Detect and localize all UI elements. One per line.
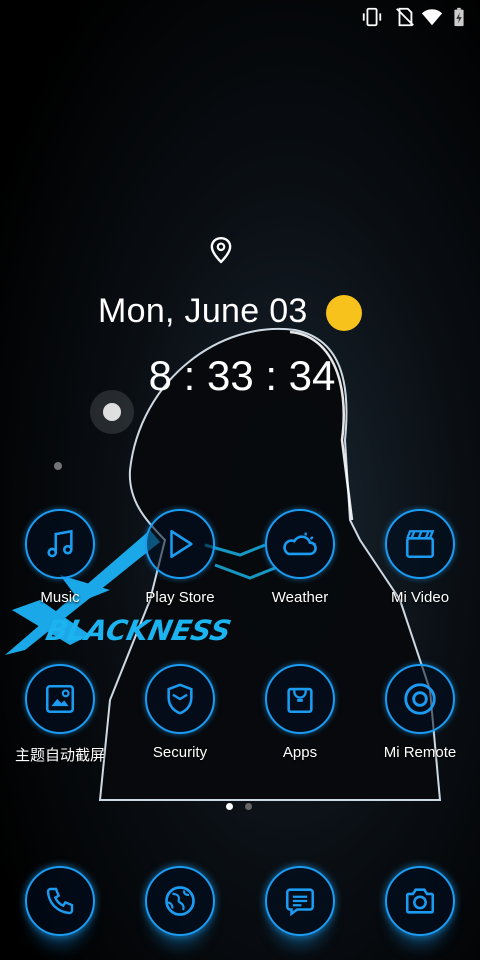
app-label: Music bbox=[40, 589, 80, 606]
shield-icon bbox=[167, 683, 193, 715]
app-play-store[interactable]: Play Store bbox=[120, 509, 240, 606]
app-label: Mi Remote bbox=[383, 744, 457, 761]
app-label: Apps bbox=[282, 744, 318, 761]
no-sim-icon bbox=[394, 6, 416, 28]
remote-icon bbox=[404, 683, 436, 715]
battery-charging-icon bbox=[448, 6, 470, 28]
status-bar bbox=[0, 0, 480, 34]
wifi-icon bbox=[421, 6, 443, 28]
sun-icon[interactable] bbox=[326, 295, 362, 331]
dock-phone[interactable] bbox=[0, 866, 120, 936]
app-security[interactable]: Security bbox=[120, 664, 240, 761]
app-mi-remote[interactable]: Mi Remote bbox=[360, 664, 480, 761]
dock-messages[interactable] bbox=[240, 866, 360, 936]
browser-globe-icon bbox=[165, 886, 195, 916]
app-theme-screenshot[interactable]: 主题自动截屏 bbox=[0, 664, 120, 765]
svg-text:BLACKNESS: BLACKNESS bbox=[43, 614, 234, 647]
app-label: Play Store bbox=[145, 589, 215, 606]
shopping-bag-icon bbox=[287, 687, 313, 714]
weather-cloud-icon bbox=[283, 532, 317, 556]
app-label: Security bbox=[152, 744, 208, 761]
app-label: Mi Video bbox=[390, 589, 450, 606]
dock-camera[interactable] bbox=[360, 866, 480, 936]
phone-icon bbox=[46, 887, 74, 915]
play-store-icon bbox=[170, 529, 193, 559]
dock-browser[interactable] bbox=[120, 866, 240, 936]
app-label: Weather bbox=[271, 589, 329, 606]
app-apps[interactable]: Apps bbox=[240, 664, 360, 761]
camera-icon bbox=[405, 888, 435, 914]
app-label: 主题自动截屏 bbox=[14, 747, 105, 764]
date-label: Mon, June 03 bbox=[98, 292, 308, 330]
app-weather[interactable]: Weather bbox=[240, 509, 360, 606]
app-mi-video[interactable]: Mi Video bbox=[360, 509, 480, 606]
page-dot-active[interactable] bbox=[226, 803, 233, 810]
screenshot-icon bbox=[45, 684, 75, 714]
app-music[interactable]: Music bbox=[0, 509, 120, 606]
wallpaper: BLACKNESS bbox=[0, 0, 480, 960]
clock-time: 8 : 33 : 34 bbox=[148, 352, 336, 399]
vibrate-icon bbox=[361, 6, 383, 28]
location-pin-icon[interactable] bbox=[208, 236, 234, 264]
clapperboard-icon bbox=[405, 530, 435, 559]
music-note-icon bbox=[47, 529, 73, 558]
messages-icon bbox=[285, 888, 315, 917]
page-dot[interactable] bbox=[245, 803, 252, 810]
